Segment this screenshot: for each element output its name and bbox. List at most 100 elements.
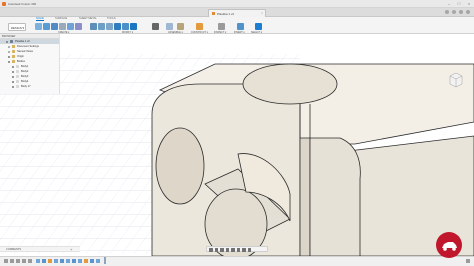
account-icons (445, 10, 470, 14)
hole-icon[interactable] (59, 23, 66, 30)
document-icon (212, 12, 215, 15)
new-sketch-icon[interactable] (35, 23, 42, 30)
tab-sheet-metal[interactable]: SHEET METAL (79, 17, 97, 20)
tab-tools[interactable]: TOOLS (107, 17, 116, 20)
timeline-first-icon[interactable] (4, 258, 8, 263)
folder-icon (12, 60, 15, 63)
comments-label: COMMENTS (6, 248, 22, 251)
help-icon[interactable] (459, 10, 463, 14)
timeline-marker[interactable] (104, 257, 106, 264)
body-icon (16, 75, 19, 78)
timeline-feature-icon[interactable] (72, 258, 76, 263)
body-icon (16, 80, 19, 83)
box-icon[interactable] (67, 23, 74, 30)
expand-icon[interactable] (8, 45, 10, 48)
select-icon[interactable] (255, 23, 262, 30)
browser-item-label: Body 17 (21, 85, 31, 88)
revolve-icon[interactable] (51, 23, 58, 30)
gear-icon (12, 45, 15, 48)
side-cutout[interactable] (155, 127, 205, 205)
browser-title: BROWSER (2, 35, 16, 38)
browser-item-label: Body3 (21, 75, 29, 78)
pattern-icon[interactable] (75, 23, 82, 30)
new-component-icon[interactable] (166, 23, 173, 30)
minimize-button[interactable]: – (446, 1, 452, 6)
timeline-last-icon[interactable] (28, 258, 32, 263)
document-tab-bar: Plastika 1 v2 × (0, 8, 474, 17)
browser-item-label: Plastika 1 v2 (15, 40, 30, 43)
fillet-icon[interactable] (98, 23, 105, 30)
orbit-icon[interactable] (209, 248, 213, 252)
close-tab-icon[interactable]: × (261, 11, 263, 15)
add-comment-icon[interactable]: + (70, 247, 72, 252)
insert-image-icon[interactable] (237, 23, 244, 30)
visibility-icon[interactable] (6, 40, 8, 43)
move-icon[interactable] (152, 23, 159, 30)
chamfer-icon[interactable] (106, 23, 113, 30)
split-body-icon[interactable] (130, 23, 137, 30)
timeline-feature-icon[interactable] (78, 258, 82, 263)
timeline-feature-icon[interactable] (96, 258, 100, 263)
maximize-button[interactable]: □ (456, 1, 462, 6)
browser-item-body[interactable]: Body 17 (0, 84, 59, 89)
visibility-icon[interactable] (8, 60, 10, 63)
view-cube[interactable] (448, 72, 464, 89)
tab-surface[interactable]: SURFACE (55, 17, 67, 20)
offset-plane-icon[interactable] (196, 23, 203, 30)
timeline-settings-icon[interactable] (466, 258, 470, 263)
timeline-prev-icon[interactable] (10, 258, 14, 263)
timeline (0, 256, 474, 266)
timeline-feature-icon[interactable] (90, 258, 94, 263)
visibility-icon[interactable] (8, 55, 10, 58)
body-icon (16, 85, 19, 88)
document-tab[interactable]: Plastika 1 v2 × (208, 9, 266, 17)
user-avatar[interactable] (466, 10, 470, 14)
measure-icon[interactable] (218, 23, 225, 30)
shell-icon[interactable] (114, 23, 121, 30)
timeline-next-icon[interactable] (22, 258, 26, 263)
window-controls: – □ × (446, 1, 472, 6)
expand-icon[interactable] (8, 50, 10, 53)
timeline-feature-icon[interactable] (84, 258, 88, 263)
joint-icon[interactable] (177, 23, 184, 30)
timeline-feature-icon[interactable] (60, 258, 64, 263)
workspace-switcher[interactable]: DESIGN ▾ (8, 23, 26, 31)
title-bar: Autodesk Fusion 360 – □ × (0, 0, 474, 8)
browser-item-label: Origin (17, 55, 24, 58)
timeline-play-icon[interactable] (16, 258, 20, 263)
pan-icon[interactable] (220, 248, 224, 252)
notifications-icon[interactable] (452, 10, 456, 14)
visibility-icon[interactable] (12, 85, 14, 88)
car-logo-icon (442, 242, 457, 251)
timeline-feature-icon[interactable] (54, 258, 58, 263)
display-settings-icon[interactable] (236, 248, 240, 252)
body-icon (16, 65, 19, 68)
visibility-icon[interactable] (12, 75, 14, 78)
model-canvas[interactable] (0, 34, 474, 256)
model-viewport[interactable] (0, 34, 474, 256)
combine-icon[interactable] (122, 23, 129, 30)
fit-icon[interactable] (231, 248, 235, 252)
close-window-button[interactable]: × (466, 1, 472, 6)
comments-panel[interactable]: COMMENTS + (0, 246, 80, 252)
timeline-feature-icon[interactable] (48, 258, 52, 263)
plus-icon[interactable] (445, 10, 449, 14)
timeline-feature-icon[interactable] (42, 258, 46, 263)
folder-icon (12, 50, 15, 53)
app-title: Autodesk Fusion 360 (8, 2, 37, 6)
visibility-icon[interactable] (12, 70, 14, 73)
timeline-feature-icon[interactable] (36, 258, 40, 263)
viewports-icon[interactable] (247, 248, 251, 252)
visibility-icon[interactable] (12, 80, 14, 83)
timeline-feature-icon[interactable] (66, 258, 70, 263)
fusion-app-icon (2, 2, 6, 6)
zoom-icon[interactable] (225, 248, 229, 252)
visibility-icon[interactable] (12, 65, 14, 68)
press-pull-icon[interactable] (90, 23, 97, 30)
grid-settings-icon[interactable] (242, 248, 246, 252)
look-at-icon[interactable] (214, 248, 218, 252)
browser-panel: BROWSER Plastika 1 v2 Document Settings … (0, 34, 60, 94)
browser-item-label: Body1 (21, 65, 29, 68)
brand-logo-badge (436, 232, 462, 258)
extrude-icon[interactable] (43, 23, 50, 30)
